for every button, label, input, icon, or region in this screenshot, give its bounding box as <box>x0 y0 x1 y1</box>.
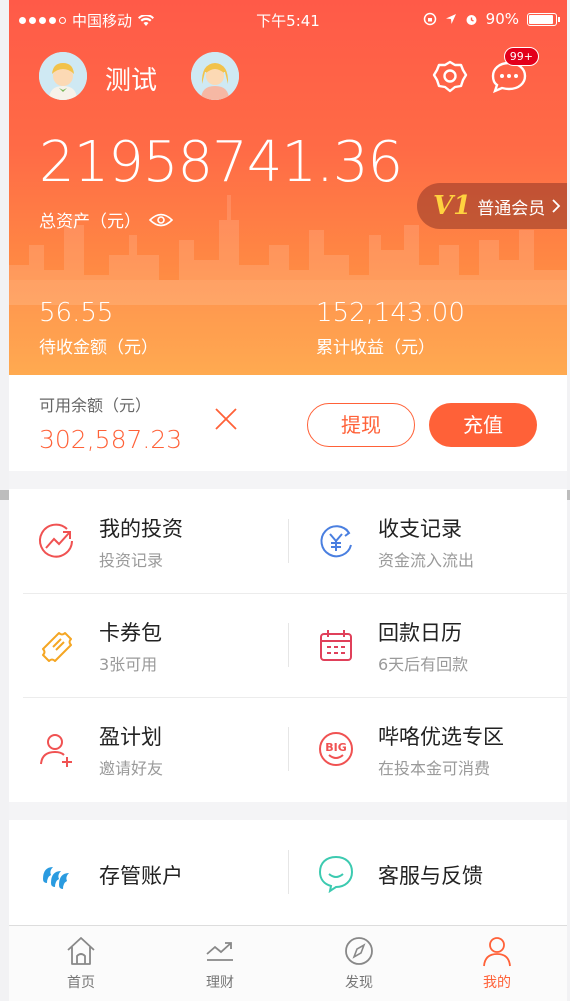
menu-title: 客服与反馈 <box>378 864 483 888</box>
battery-percent: 90% <box>485 10 519 28</box>
menu-featured-zone[interactable]: BIG 哔咯优选专区 在投本金可消费 <box>288 697 567 801</box>
cumulative-amount: 152,143.00 <box>316 298 465 328</box>
menu-custody-account[interactable]: 存管账户 <box>9 820 288 924</box>
settings-button[interactable] <box>430 57 470 97</box>
phone-screen: 中国移动 下午5:41 90% 测试 99+ 21958741.36 总资产（元… <box>9 0 567 1001</box>
menu-profit-plan[interactable]: 盈计划 邀请好友 <box>9 697 288 801</box>
alarm-icon <box>466 14 477 25</box>
secondary-avatar[interactable] <box>191 52 239 100</box>
menu-title: 哔咯优选专区 <box>378 725 504 749</box>
battery-icon <box>527 12 560 26</box>
menu-coupons[interactable]: 卡券包 3张可用 <box>9 593 288 697</box>
service-grid: 存管账户 客服与反馈 <box>9 820 567 925</box>
vip-level-button[interactable]: V1 普通会员 <box>417 183 567 229</box>
menu-title: 我的投资 <box>99 517 183 541</box>
trend-icon <box>206 942 233 961</box>
withdraw-button[interactable]: 提现 <box>307 403 415 447</box>
menu-my-investment[interactable]: 我的投资 投资记录 <box>9 489 288 593</box>
menu-title: 存管账户 <box>99 864 183 888</box>
chevron-right-icon <box>552 199 561 213</box>
pending-amount: 56.55 <box>39 298 114 328</box>
svg-text:BIG: BIG <box>325 741 347 754</box>
recharge-button[interactable]: 充值 <box>429 403 537 447</box>
home-icon <box>67 937 95 965</box>
menu-customer-service[interactable]: 客服与反馈 <box>288 820 567 924</box>
account-header: 中国移动 下午5:41 90% 测试 99+ 21958741.36 总资产（元… <box>9 0 567 375</box>
user-avatar[interactable] <box>39 52 87 100</box>
total-assets-label: 总资产（元） <box>39 212 141 232</box>
menu-title: 盈计划 <box>99 725 162 749</box>
location-icon <box>445 14 456 24</box>
message-badge: 99+ <box>503 47 539 66</box>
tab-label: 理财 <box>206 975 234 991</box>
investment-chart-icon <box>39 523 73 558</box>
close-icon[interactable] <box>212 405 240 433</box>
page-edge-left <box>0 490 9 500</box>
menu-payback-calendar[interactable]: 回款日历 6天后有回款 <box>288 593 567 697</box>
vip-label: 普通会员 <box>477 198 546 219</box>
eye-icon[interactable] <box>149 212 173 228</box>
tab-home[interactable]: 首页 <box>11 934 151 992</box>
feature-grid: 我的投资 投资记录 收支记录 资金流入流出 卡券包 3张可用 回款日历 6天后有… <box>9 489 567 802</box>
tab-label: 我的 <box>483 975 511 991</box>
calendar-icon <box>320 630 352 661</box>
menu-title: 收支记录 <box>378 517 462 541</box>
menu-subtitle: 投资记录 <box>99 551 164 570</box>
menu-title: 卡券包 <box>99 621 162 645</box>
total-assets-value: 21958741.36 <box>39 130 403 195</box>
balance-value: 302,587.23 <box>39 425 183 454</box>
gear-icon <box>432 60 468 93</box>
tab-discover[interactable]: 发现 <box>289 934 429 992</box>
yuan-cycle-icon <box>320 525 352 558</box>
vip-level: V1 <box>433 191 472 221</box>
menu-title: 回款日历 <box>378 621 462 645</box>
rotation-lock-icon <box>423 12 436 26</box>
menu-subtitle: 邀请好友 <box>99 759 164 778</box>
menu-subtitle: 6天后有回款 <box>378 655 469 674</box>
pending-label: 待收金额（元） <box>39 338 158 358</box>
menu-transactions[interactable]: 收支记录 资金流入流出 <box>288 489 567 593</box>
compass-icon <box>345 937 373 965</box>
user-icon <box>483 937 511 967</box>
messages-button[interactable]: 99+ <box>489 47 539 97</box>
bottom-tab-bar: 首页 理财 发现 我的 <box>9 925 567 1001</box>
status-bar: 中国移动 下午5:41 90% <box>9 0 567 40</box>
username: 测试 <box>105 66 158 96</box>
available-balance-card: 可用余额（元） 302,587.23 提现 充值 <box>9 375 567 471</box>
chat-bubble-icon <box>318 855 354 893</box>
menu-subtitle: 在投本金可消费 <box>378 759 491 778</box>
menu-subtitle: 资金流入流出 <box>378 551 475 570</box>
balance-label: 可用余额（元） <box>39 396 152 415</box>
status-right: 90% <box>423 10 560 28</box>
tab-label: 发现 <box>345 975 373 991</box>
bank-logo-icon <box>43 867 69 889</box>
big-smile-icon: BIG <box>319 732 353 766</box>
tab-label: 首页 <box>67 975 95 991</box>
cumulative-label: 累计收益（元） <box>316 338 435 358</box>
tab-finance[interactable]: 理财 <box>150 934 290 992</box>
tab-mine[interactable]: 我的 <box>427 934 567 992</box>
menu-subtitle: 3张可用 <box>99 655 158 674</box>
ticket-icon <box>42 632 72 662</box>
total-assets-label-row: 总资产（元） <box>39 207 173 232</box>
add-user-icon <box>40 734 72 767</box>
